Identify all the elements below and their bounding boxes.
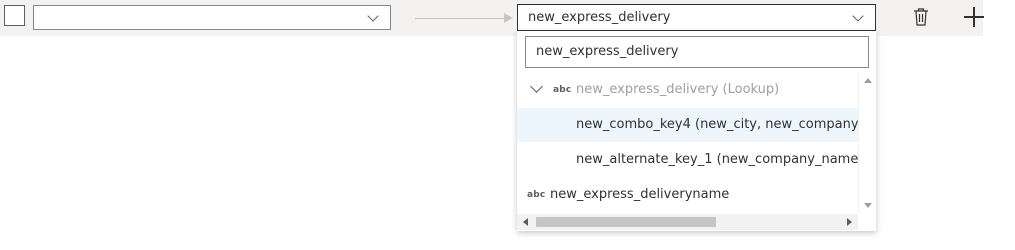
target-field-dropdown: new_express_delivery abc new_express_del… xyxy=(517,31,876,231)
dropdown-list: abc new_express_delivery (Lookup) new_co… xyxy=(517,73,858,213)
list-item-combo-key[interactable]: new_combo_key4 (new_city, new_company_na… xyxy=(517,108,858,142)
scrollbar-thumb[interactable] xyxy=(536,217,716,227)
scroll-up-icon[interactable] xyxy=(864,78,872,83)
list-item-alternate-key[interactable]: new_alternate_key_1 (new_company_name) xyxy=(517,143,858,177)
scroll-down-icon[interactable] xyxy=(864,203,872,208)
text-type-icon: abc xyxy=(527,190,546,200)
plus-icon[interactable] xyxy=(963,6,985,28)
dropdown-search-value: new_express_delivery xyxy=(536,44,679,59)
lookup-group-item[interactable]: abc new_express_delivery (Lookup) xyxy=(517,73,858,107)
vertical-scrollbar[interactable] xyxy=(858,73,876,213)
scroll-right-icon[interactable] xyxy=(847,218,852,226)
chevron-down-icon xyxy=(852,10,864,22)
scroll-left-icon[interactable] xyxy=(523,218,528,226)
target-field-value: new_express_delivery xyxy=(528,10,671,25)
trash-icon[interactable] xyxy=(912,7,930,27)
horizontal-scrollbar[interactable] xyxy=(517,214,858,230)
target-field-select[interactable]: new_express_delivery xyxy=(517,4,876,31)
field-label: new_express_deliveryname xyxy=(550,187,730,202)
row-checkbox[interactable] xyxy=(4,5,25,26)
chevron-down-icon[interactable] xyxy=(530,80,543,93)
arrow-right-icon xyxy=(504,13,513,23)
text-type-icon: abc xyxy=(553,85,572,95)
source-field-select[interactable] xyxy=(33,5,391,30)
key-label: new_combo_key4 (new_city, new_company_na… xyxy=(576,117,858,132)
mapping-arrow xyxy=(415,18,505,19)
lookup-group-label: new_express_delivery (Lookup) xyxy=(576,82,780,97)
dropdown-search-input[interactable]: new_express_delivery xyxy=(525,36,869,68)
list-item-field[interactable]: abc new_express_deliveryname xyxy=(517,178,858,212)
key-label: new_alternate_key_1 (new_company_name) xyxy=(576,152,858,167)
chevron-down-icon xyxy=(367,10,379,22)
